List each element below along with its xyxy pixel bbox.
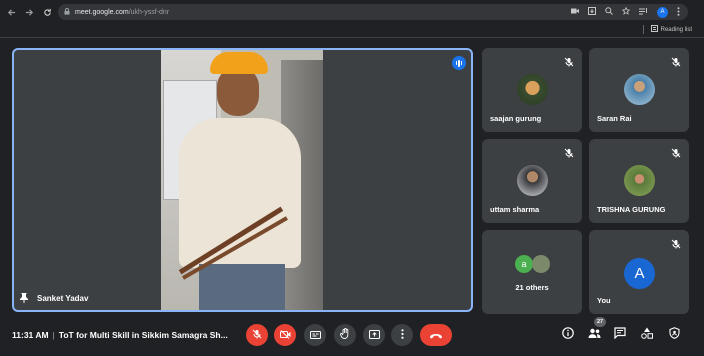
star-icon[interactable] [621,6,631,17]
info-icon [562,326,574,344]
people-icon [588,326,601,344]
main-participant-label: Sanket Yadav [20,293,88,303]
reading-list-button[interactable]: Reading list [642,25,692,34]
divider [642,25,644,34]
participant-tile-uttam-sharma[interactable]: uttam sharma [482,139,582,223]
leave-call-button[interactable] [420,324,452,346]
participant-name: uttam sharma [490,205,540,214]
url-path: /ukh-yssf-dnr [128,8,170,16]
lock-icon [64,7,70,17]
reading-list-label: Reading list [660,26,692,33]
helmet-shape [210,52,268,74]
participant-tile-trishna-gurung[interactable]: TRISHNA GURUNG [589,139,689,223]
avatar [517,165,548,196]
bookmarks-bar: Reading list [0,24,704,38]
mic-off-icon [252,326,262,344]
captions-icon [309,326,321,344]
avatar [624,74,655,105]
hang-up-icon [429,326,443,344]
pin-icon[interactable] [20,293,29,303]
install-app-icon[interactable] [588,7,596,17]
participant-video [161,50,323,310]
menu-kebab-icon[interactable] [677,6,680,18]
host-controls-button[interactable] [666,327,682,343]
meeting-details-button[interactable] [560,327,576,343]
participant-tile-you[interactable]: A You [589,230,689,314]
avatar [517,74,548,105]
mic-off-icon [671,54,681,67]
activities-icon [641,326,653,344]
more-options-button[interactable] [391,324,413,346]
hand-icon [340,326,350,344]
audio-bar [458,59,460,67]
camera-icon[interactable] [571,8,579,16]
audio-bar [455,61,458,65]
shield-icon [668,326,680,344]
person-legs-shape [199,264,285,310]
captions-button[interactable] [304,324,326,346]
divider: | [52,330,55,340]
avatar: a [515,255,533,273]
participant-count-badge: 27 [594,317,606,327]
meet-window: meet.google.com/ukh-yssf-dnr A Reading l… [0,0,704,356]
back-arrow-icon[interactable] [4,4,18,20]
chat-button[interactable] [612,327,628,343]
participant-tile-others[interactable]: a 21 others [482,230,582,314]
meeting-controls-bar: 11:31 AM | ToT for Multi Skill in Sikkim S… [0,317,704,356]
participant-name: saajan gurung [490,114,542,123]
camera-toggle-button[interactable] [274,324,296,346]
avatar-photo [532,255,550,273]
audio-bar [460,61,463,65]
others-count: 21 others [515,283,549,292]
avatar: A [624,258,655,289]
zoom-icon[interactable] [605,7,613,17]
mic-off-icon [671,145,681,158]
mic-toggle-button[interactable] [246,324,268,346]
meeting-title: ToT for Multi Skill in Sikkim Samagra Sh… [58,330,228,340]
profile-avatar[interactable]: A [657,6,668,18]
mic-off-icon [671,236,681,249]
participant-tile-saajan-gurung[interactable]: saajan gurung [482,48,582,132]
main-video-tile[interactable]: Sanket Yadav [12,48,473,312]
activities-button[interactable] [639,327,655,343]
person-face-shape [217,68,259,116]
reading-list-icon [650,25,658,34]
people-button[interactable] [586,327,602,343]
browser-toolbar: meet.google.com/ukh-yssf-dnr A [0,0,704,24]
participant-name: You [597,296,611,305]
participant-name: TRISHNA GURUNG [597,205,666,214]
participant-tile-saran-rai[interactable]: Saran Rai [589,48,689,132]
reading-queue-icon[interactable] [639,7,648,17]
meeting-time: 11:31 AM [12,330,49,340]
mic-off-icon [564,145,574,158]
avatar [624,165,655,196]
main-participant-name: Sanket Yadav [37,293,89,303]
present-icon [368,326,380,344]
mic-off-icon [564,54,574,67]
camera-off-icon [279,326,291,344]
meeting-details: 11:31 AM | ToT for Multi Skill in Sikkim S… [12,330,228,340]
speaking-indicator-icon [452,56,466,70]
raise-hand-button[interactable] [334,324,356,346]
url-host: meet.google.com [75,8,129,16]
kebab-menu-icon [400,326,404,344]
forward-arrow-icon[interactable] [22,4,36,20]
chat-icon [614,326,626,344]
address-bar[interactable]: meet.google.com/ukh-yssf-dnr A [58,4,688,20]
address-bar-actions: A [571,4,680,20]
present-screen-button[interactable] [363,324,385,346]
reload-icon[interactable] [40,4,54,20]
participant-name: Saran Rai [597,114,632,123]
